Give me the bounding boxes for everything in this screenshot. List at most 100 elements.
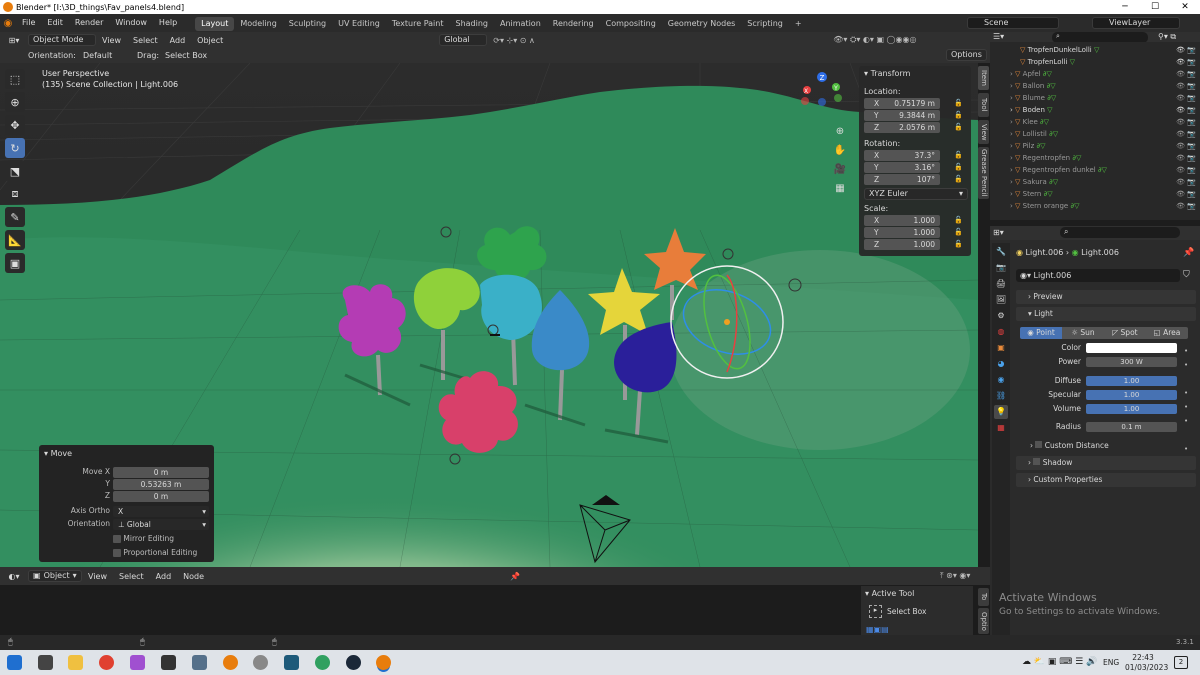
outliner-item[interactable]: › ▽ Regentropfen ∂▽ 👁 📷: [990, 152, 1200, 164]
menu-object[interactable]: Object: [191, 36, 229, 45]
light-type-spot[interactable]: ◸ Spot: [1104, 327, 1146, 339]
mode-dropdown[interactable]: Object Mode: [28, 34, 96, 46]
gimp-icon[interactable]: [192, 655, 207, 670]
menu-render[interactable]: Render: [69, 14, 109, 32]
location-x-field[interactable]: X 0.75179 m: [864, 98, 940, 109]
node-menu-select[interactable]: Select: [113, 572, 150, 581]
view-layer-tab-icon[interactable]: 🖼: [994, 293, 1008, 307]
camera-view-icon[interactable]: 🎥: [833, 160, 847, 179]
tab-layout[interactable]: Layout: [195, 16, 235, 31]
tab-modeling[interactable]: Modeling: [234, 17, 282, 31]
world-tab-icon[interactable]: ◍: [994, 325, 1008, 339]
keyframe-dots[interactable]: • • • • • •: [1184, 344, 1188, 456]
light-section[interactable]: ▾ Light: [1016, 307, 1196, 321]
outliner-item[interactable]: › ▽ Stern ∂▽ 👁 📷: [990, 188, 1200, 200]
tab-animation[interactable]: Animation: [494, 17, 547, 31]
pan-hand-icon[interactable]: ✋: [833, 141, 847, 160]
tab-tool[interactable]: Tool: [978, 93, 989, 117]
axis-ortho-dropdown[interactable]: X ▾: [113, 506, 209, 517]
filter-icon[interactable]: ⚲▾ ⧉: [1158, 32, 1176, 42]
viewport-shading-icons[interactable]: 👁▾ ⛭▾ ◐▾ ▣ ◯◉◉◎: [833, 35, 916, 45]
move-y-field[interactable]: 0.53263 m: [113, 479, 209, 490]
move-z-field[interactable]: 0 m: [113, 491, 209, 502]
move-orientation-dropdown[interactable]: ⊥ Global ▾: [113, 519, 209, 530]
outliner-item[interactable]: › ▽ Apfel ∂▽ 👁 📷: [990, 68, 1200, 80]
scale-x-field[interactable]: X 1.000: [864, 215, 940, 226]
orientation-value[interactable]: Default: [83, 51, 112, 60]
outliner-item[interactable]: › ▽ Boden ▽ 👁 📷: [990, 104, 1200, 116]
blender-taskbar-icon[interactable]: [223, 655, 238, 670]
snap-pivot-icons[interactable]: ⟳▾ ⊹▾ ⊙ ∧: [493, 36, 563, 45]
outliner-item[interactable]: › ▽ Lollistil ∂▽ 👁 📷: [990, 128, 1200, 140]
lock-icon[interactable]: 🔓: [954, 111, 963, 119]
steam-icon[interactable]: [346, 655, 361, 670]
node-menu-node[interactable]: Node: [177, 572, 210, 581]
radius-field[interactable]: 0.1 m: [1086, 422, 1177, 432]
tab-view[interactable]: View: [978, 120, 989, 144]
tab-grease-pencil[interactable]: Grease Pencil: [978, 147, 989, 199]
add-workspace-button[interactable]: +: [789, 17, 808, 31]
outliner-item[interactable]: ▽ TropfenLolli ▽ 👁 📷: [990, 56, 1200, 68]
view-layer-selector[interactable]: ViewLayer: [1092, 17, 1180, 29]
app-taskbar-icon[interactable]: [253, 655, 268, 670]
preview-section[interactable]: › Preview: [1016, 290, 1196, 304]
menu-help[interactable]: Help: [153, 14, 183, 32]
scale-z-field[interactable]: Z 1.000: [864, 239, 940, 250]
scale-tool-icon[interactable]: ⬔: [5, 161, 25, 181]
node-editor-type-icon[interactable]: ◐▾: [0, 572, 28, 581]
lock-icon[interactable]: 🔓: [954, 216, 963, 224]
specular-slider[interactable]: 1.00: [1086, 390, 1177, 400]
render-tab-icon[interactable]: 📷: [994, 261, 1008, 275]
select-box-icon[interactable]: ▸: [869, 605, 882, 618]
menu-add[interactable]: Add: [164, 36, 192, 45]
location-z-field[interactable]: Z 2.0576 m: [864, 122, 940, 133]
minimize-button[interactable]: ─: [1110, 0, 1140, 14]
light-type-area[interactable]: ◱ Area: [1146, 327, 1188, 339]
fake-user-shield-icon[interactable]: ⛉: [1183, 270, 1190, 280]
lock-icon[interactable]: 🔓: [954, 123, 963, 131]
scene-selector[interactable]: Scene: [967, 17, 1059, 29]
close-button[interactable]: ✕: [1170, 0, 1200, 14]
power-field[interactable]: 300 W: [1086, 357, 1177, 367]
move-x-field[interactable]: 0 m: [113, 467, 209, 478]
pin-icon[interactable]: 📌: [1183, 248, 1194, 258]
lock-icon[interactable]: 🔓: [954, 228, 963, 236]
rotation-x-field[interactable]: X 37.3°: [864, 150, 940, 161]
light-type-point[interactable]: ◉ Point: [1020, 327, 1062, 339]
lock-icon[interactable]: 🔓: [954, 99, 963, 107]
scene-tab-icon[interactable]: ⚙: [994, 309, 1008, 323]
outliner-item[interactable]: ▽ TropfenDunkelLolli ▽ 👁 📷: [990, 44, 1200, 56]
lock-icon[interactable]: 🔓: [954, 240, 963, 248]
menu-view[interactable]: View: [96, 36, 127, 45]
node-overlay-icons[interactable]: ⤒ ⊛▾ ◉▾: [940, 571, 970, 581]
tab-geometry-nodes[interactable]: Geometry Nodes: [662, 17, 741, 31]
custom-properties-section[interactable]: › Custom Properties: [1016, 473, 1196, 487]
properties-search-input[interactable]: ⌕: [1060, 227, 1180, 238]
system-tray-icons[interactable]: ☁ ⛅ ▣ ⌨ ☰ 🔊: [1022, 657, 1097, 667]
output-tab-icon[interactable]: 🖨: [994, 277, 1008, 291]
outliner-item[interactable]: › ▽ Stern orange ∂▽ 👁 📷: [990, 200, 1200, 212]
tab-item[interactable]: Item: [978, 66, 989, 90]
notifications-button[interactable]: 2: [1174, 656, 1188, 669]
tab-sculpting[interactable]: Sculpting: [283, 17, 332, 31]
blender-active-taskbar-icon[interactable]: [376, 655, 391, 670]
lock-icon[interactable]: 🔓: [954, 163, 963, 171]
properties-editor-icon[interactable]: ⊞▾: [993, 228, 1004, 237]
outliner-editor-icon[interactable]: ☰▾: [993, 32, 1004, 41]
maximize-button[interactable]: ☐: [1140, 0, 1170, 14]
blender-menu-icon[interactable]: ◉: [0, 18, 16, 29]
pin-icon[interactable]: 📌: [510, 572, 520, 581]
cursor-tool-icon[interactable]: ⊕: [5, 92, 25, 112]
inkscape-icon[interactable]: [161, 655, 176, 670]
scale-y-field[interactable]: Y 1.000: [864, 227, 940, 238]
menu-window[interactable]: Window: [109, 14, 153, 32]
rotation-y-field[interactable]: Y 3.16°: [864, 162, 940, 173]
rotation-mode-dropdown[interactable]: XYZ Euler ▾: [864, 188, 968, 200]
light-data-selector[interactable]: ◉▾ Light.006: [1016, 269, 1180, 282]
node-menu-add[interactable]: Add: [150, 572, 178, 581]
lock-icon[interactable]: 🔓: [954, 151, 963, 159]
rotation-z-field[interactable]: Z 107°: [864, 174, 940, 185]
ortho-grid-icon[interactable]: ▦: [833, 179, 847, 198]
tab-options-node[interactable]: Optio: [978, 608, 989, 634]
select-box-tool-icon[interactable]: ⬚: [5, 69, 25, 89]
